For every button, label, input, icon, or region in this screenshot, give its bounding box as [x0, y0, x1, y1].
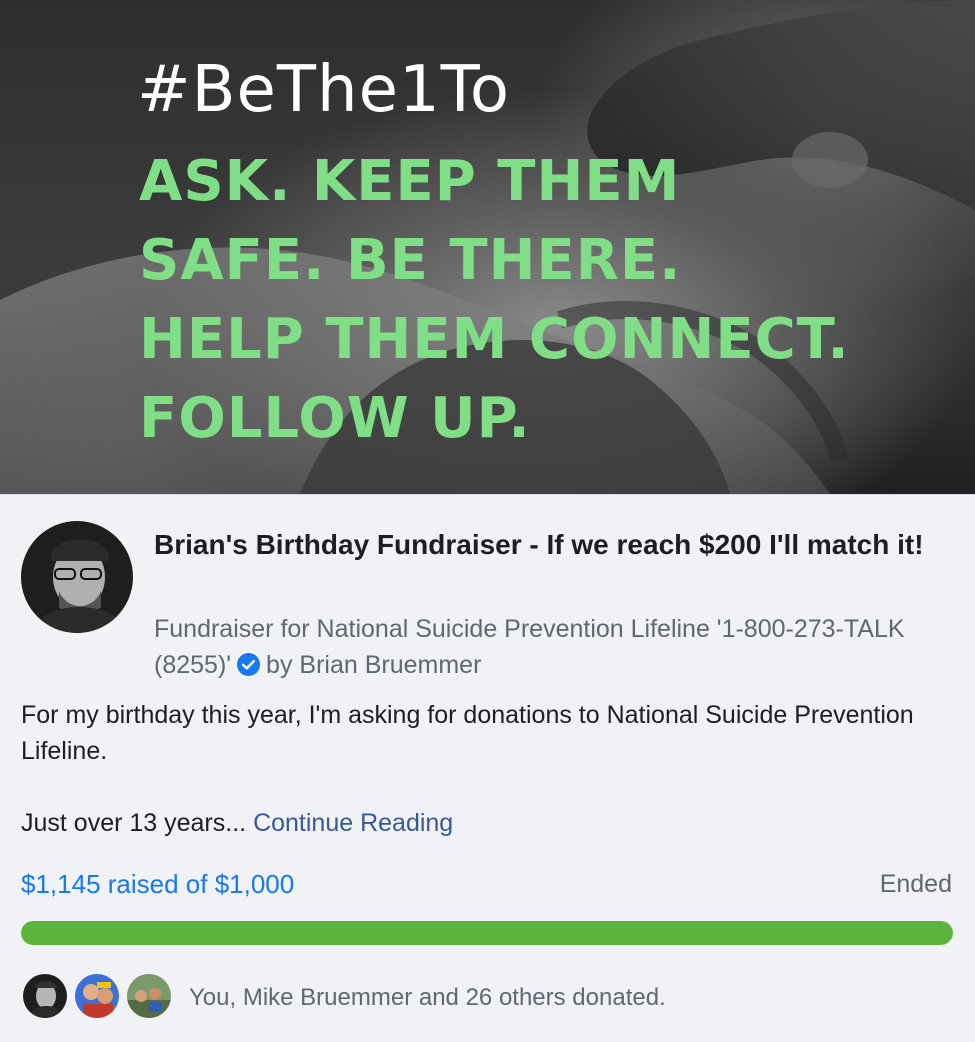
slogan-line: HELP THEM CONNECT.: [139, 307, 850, 372]
fundraiser-title[interactable]: Brian's Birthday Fundraiser - If we reac…: [154, 525, 934, 565]
fundraiser-details: Brian's Birthday Fundraiser - If we reac…: [0, 494, 975, 1042]
continue-reading-link[interactable]: Continue Reading: [253, 809, 453, 837]
donors-summary[interactable]: You, Mike Bruemmer and 26 others donated…: [189, 982, 666, 1014]
donor-avatar-image: [75, 974, 119, 1018]
slogan-line: FOLLOW UP.: [139, 386, 531, 451]
fundraiser-subtitle: Fundraiser for National Suicide Preventi…: [154, 611, 934, 683]
fundraiser-cover-image[interactable]: #BeThe1To ASK. KEEP THEM SAFE. BE THERE.…: [0, 0, 975, 494]
slogan-line: ASK. KEEP THEM: [139, 149, 681, 214]
organizer-byline[interactable]: by Brian Bruemmer: [266, 651, 481, 679]
donor-avatar-image: [127, 974, 171, 1018]
donor-avatar[interactable]: [125, 972, 173, 1020]
slogan-line: SAFE. BE THERE.: [139, 228, 682, 293]
fundraiser-status: Ended: [879, 870, 952, 898]
fundraiser-description: For my birthday this year, I'm asking fo…: [21, 701, 914, 765]
verified-badge-icon: [237, 653, 261, 676]
organizer-avatar-image: [21, 521, 133, 633]
fundraising-progress-bar: [21, 921, 953, 945]
donor-avatar-image: [23, 974, 67, 1018]
description-excerpt: Just over 13 years...: [21, 809, 247, 837]
amount-raised[interactable]: $1,145 raised of $1,000: [21, 866, 294, 902]
description-excerpt-row: Just over 13 years... Continue Reading: [21, 805, 453, 841]
progress-fill: [21, 921, 953, 945]
donor-avatar[interactable]: [73, 972, 121, 1020]
donor-avatar[interactable]: [21, 972, 69, 1020]
organizer-avatar[interactable]: [21, 521, 133, 633]
campaign-hashtag: #BeThe1To: [137, 53, 511, 127]
campaign-slogan: ASK. KEEP THEM SAFE. BE THERE. HELP THEM…: [139, 142, 850, 458]
fundraiser-card: #BeThe1To ASK. KEEP THEM SAFE. BE THERE.…: [0, 0, 975, 1041]
